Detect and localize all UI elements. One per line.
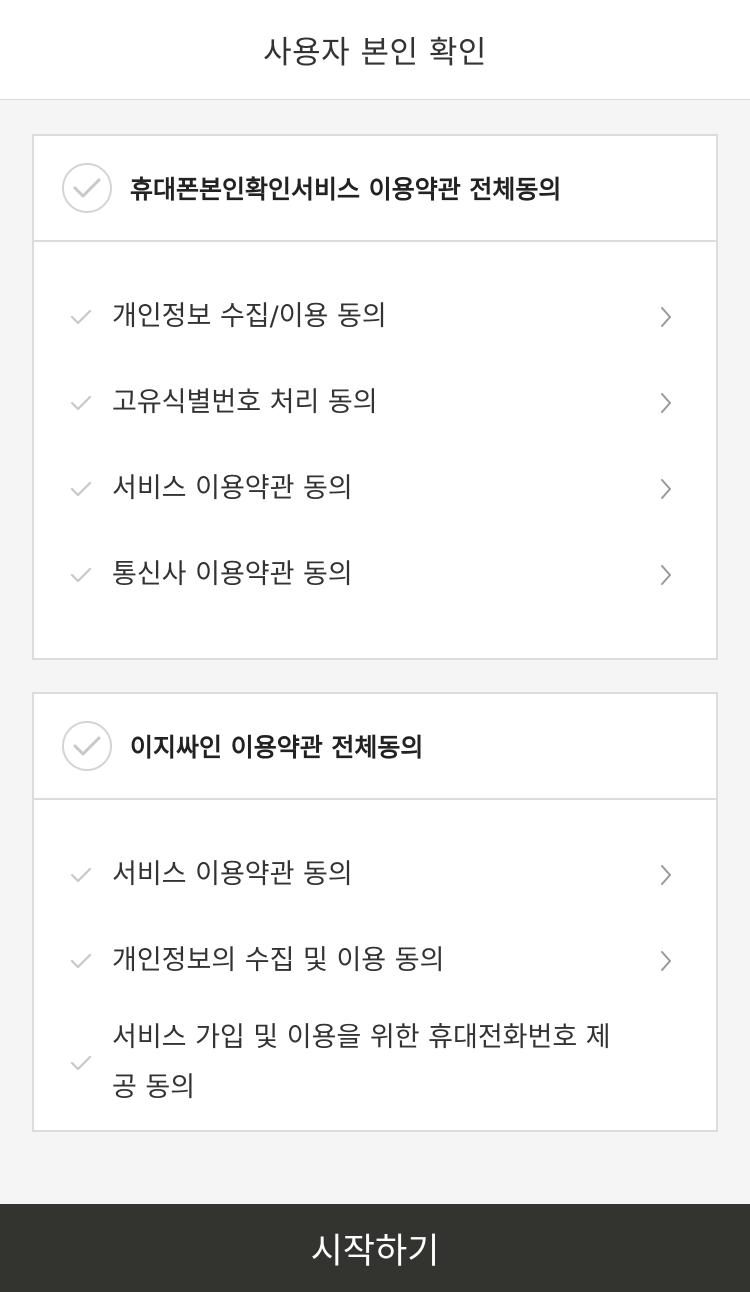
- chevron-right-icon[interactable]: [656, 562, 676, 588]
- agreement-item-unique-id[interactable]: 고유식별번호 처리 동의: [34, 360, 716, 446]
- agreement-section-easysign: 이지싸인 이용약관 전체동의 서비스 이용약관 동의 개인정보의 수집 및 이용…: [32, 692, 718, 1132]
- agreement-item-service-terms[interactable]: 서비스 이용약관 동의: [34, 446, 716, 532]
- check-icon[interactable]: [68, 1050, 94, 1076]
- chevron-right-icon[interactable]: [656, 948, 676, 974]
- agreement-item-label: 개인정보의 수집 및 이용 동의: [112, 945, 445, 976]
- check-circle-icon[interactable]: [62, 721, 112, 771]
- section-title: 이지싸인 이용약관 전체동의: [130, 733, 424, 762]
- agreement-list: 서비스 이용약관 동의 개인정보의 수집 및 이용 동의 서비스 가입 및 이용…: [34, 800, 716, 1122]
- chevron-right-icon[interactable]: [656, 862, 676, 888]
- agreement-item-label: 개인정보 수집/이용 동의: [112, 301, 387, 332]
- agreement-item-label: 서비스 가입 및 이용을 위한 휴대전화번호 제공 동의: [112, 1022, 611, 1103]
- agreement-section-phone-verification: 휴대폰본인확인서비스 이용약관 전체동의 개인정보 수집/이용 동의 고유식별번…: [32, 134, 718, 660]
- check-icon[interactable]: [68, 390, 94, 416]
- check-icon[interactable]: [68, 562, 94, 588]
- agreement-list: 개인정보 수집/이용 동의 고유식별번호 처리 동의 서비스 이용약관 동의 통…: [34, 242, 716, 618]
- chevron-right-icon[interactable]: [656, 476, 676, 502]
- agreement-item-carrier-terms[interactable]: 통신사 이용약관 동의: [34, 532, 716, 618]
- check-icon[interactable]: [68, 304, 94, 330]
- agreement-item-label: 서비스 이용약관 동의: [112, 473, 353, 504]
- agree-all-phone-verification[interactable]: 휴대폰본인확인서비스 이용약관 전체동의: [34, 136, 716, 242]
- page-header: 사용자 본인 확인: [0, 0, 750, 100]
- page-title: 사용자 본인 확인: [263, 35, 487, 71]
- agreement-item-label: 통신사 이용약관 동의: [112, 559, 353, 590]
- agreement-item-label: 고유식별번호 처리 동의: [112, 387, 378, 418]
- agreement-item-personal-info[interactable]: 개인정보의 수집 및 이용 동의: [34, 918, 716, 1004]
- agreement-item-phone-number[interactable]: 서비스 가입 및 이용을 위한 휴대전화번호 제공 동의: [34, 1004, 716, 1122]
- chevron-right-icon[interactable]: [656, 304, 676, 330]
- agreement-item-service-terms[interactable]: 서비스 이용약관 동의: [34, 832, 716, 918]
- section-title: 휴대폰본인확인서비스 이용약관 전체동의: [130, 175, 562, 204]
- check-circle-icon[interactable]: [62, 163, 112, 213]
- check-icon[interactable]: [68, 862, 94, 888]
- check-icon[interactable]: [68, 476, 94, 502]
- check-icon[interactable]: [68, 948, 94, 974]
- start-button[interactable]: 시작하기: [0, 1204, 750, 1292]
- agreement-item-personal-info[interactable]: 개인정보 수집/이용 동의: [34, 274, 716, 360]
- chevron-right-icon[interactable]: [656, 390, 676, 416]
- agree-all-easysign[interactable]: 이지싸인 이용약관 전체동의: [34, 694, 716, 800]
- agreement-item-label: 서비스 이용약관 동의: [112, 859, 353, 890]
